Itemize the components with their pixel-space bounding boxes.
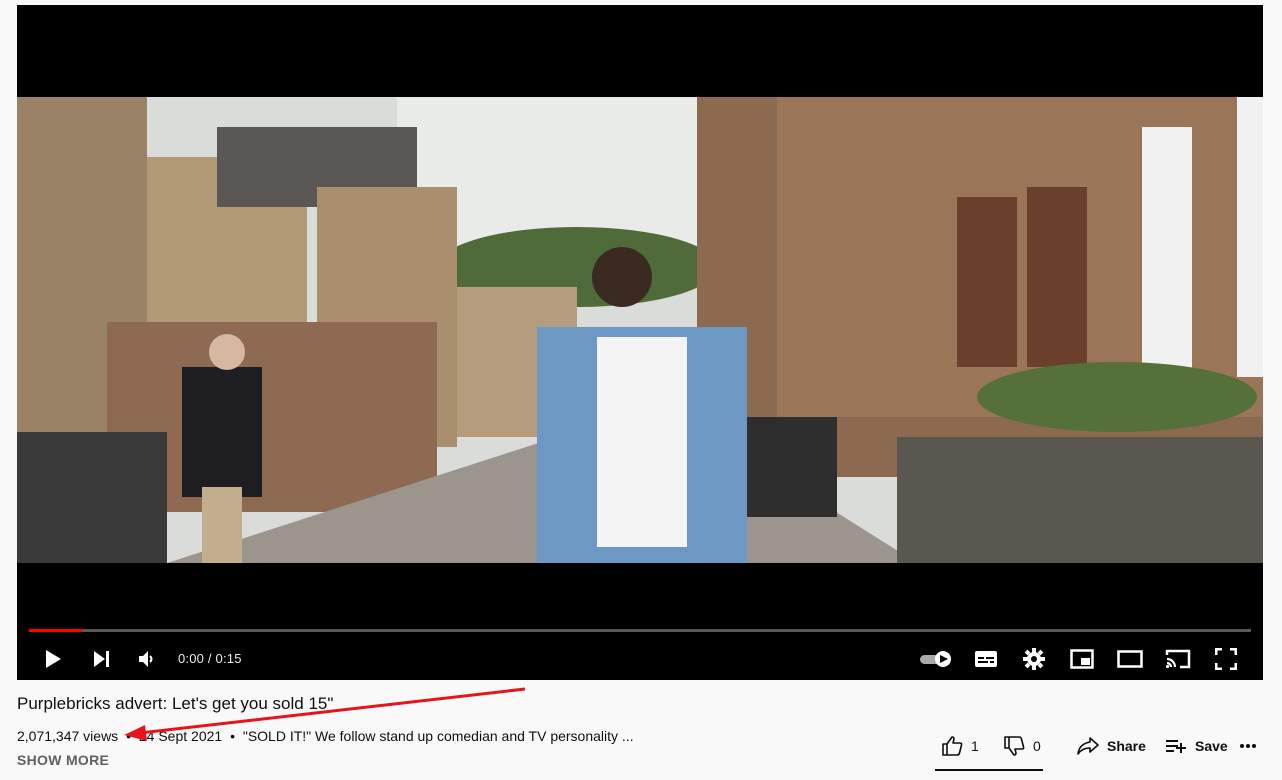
- theater-mode-button[interactable]: [1112, 643, 1148, 675]
- like-dislike-underline: [935, 769, 1043, 771]
- subtitles-icon: [975, 651, 997, 667]
- save-button[interactable]: Save: [1165, 732, 1228, 760]
- more-actions-button[interactable]: [1239, 732, 1265, 760]
- play-button[interactable]: [35, 643, 71, 675]
- meta-separator: •: [230, 728, 235, 744]
- play-icon: [46, 650, 61, 668]
- video-meta: 2,071,347 views • 24 Sept 2021 • "SOLD I…: [17, 728, 638, 744]
- description-snippet[interactable]: "SOLD IT!" We follow stand up comedian a…: [243, 728, 634, 744]
- share-button[interactable]: Share: [1077, 732, 1146, 760]
- share-icon: [1077, 737, 1099, 755]
- miniplayer-icon: [1070, 649, 1094, 669]
- view-count: 2,071,347 views: [17, 728, 119, 744]
- miniplayer-button[interactable]: [1064, 643, 1100, 675]
- time-display: 0:00 / 0:15: [178, 651, 242, 666]
- share-label: Share: [1107, 738, 1146, 754]
- show-more-button[interactable]: SHOW MORE: [17, 752, 109, 768]
- video-player[interactable]: 0:00 / 0:15: [17, 5, 1263, 680]
- settings-gear-icon: [1023, 648, 1045, 670]
- like-count: 1: [971, 738, 979, 754]
- thumbs-up-icon: [942, 736, 963, 756]
- upload-date: 24 Sept 2021: [138, 728, 223, 744]
- mute-button[interactable]: [129, 643, 165, 675]
- more-horizontal-icon: [1240, 744, 1256, 748]
- theater-mode-icon: [1117, 650, 1143, 668]
- fullscreen-button[interactable]: [1208, 643, 1244, 675]
- dislike-count: 0: [1033, 738, 1041, 754]
- progress-played: [29, 629, 82, 632]
- fullscreen-icon: [1215, 648, 1237, 670]
- video-still-image: [17, 97, 1263, 563]
- autoplay-toggle-icon: [920, 651, 951, 667]
- next-icon: [94, 651, 109, 667]
- video-frame[interactable]: [17, 97, 1263, 563]
- cast-button[interactable]: [1160, 643, 1196, 675]
- save-label: Save: [1195, 738, 1228, 754]
- add-to-playlist-icon: [1166, 740, 1186, 753]
- progress-bar[interactable]: [29, 629, 1251, 632]
- like-button[interactable]: 1: [941, 732, 979, 760]
- volume-icon: [139, 651, 153, 667]
- meta-separator: •: [126, 728, 131, 744]
- video-info: Purplebricks advert: Let's get you sold …: [17, 690, 1263, 780]
- subtitles-button[interactable]: [968, 643, 1004, 675]
- autoplay-toggle[interactable]: [916, 643, 956, 675]
- settings-button[interactable]: [1016, 643, 1052, 675]
- cast-icon: [1165, 649, 1191, 669]
- next-button[interactable]: [83, 643, 119, 675]
- dislike-button[interactable]: 0: [1003, 732, 1041, 760]
- thumbs-down-icon: [1004, 736, 1025, 756]
- action-bar: 1 0 Share Save: [935, 726, 1256, 771]
- video-title: Purplebricks advert: Let's get you sold …: [17, 694, 334, 713]
- player-controls: 0:00 / 0:15: [17, 637, 1263, 680]
